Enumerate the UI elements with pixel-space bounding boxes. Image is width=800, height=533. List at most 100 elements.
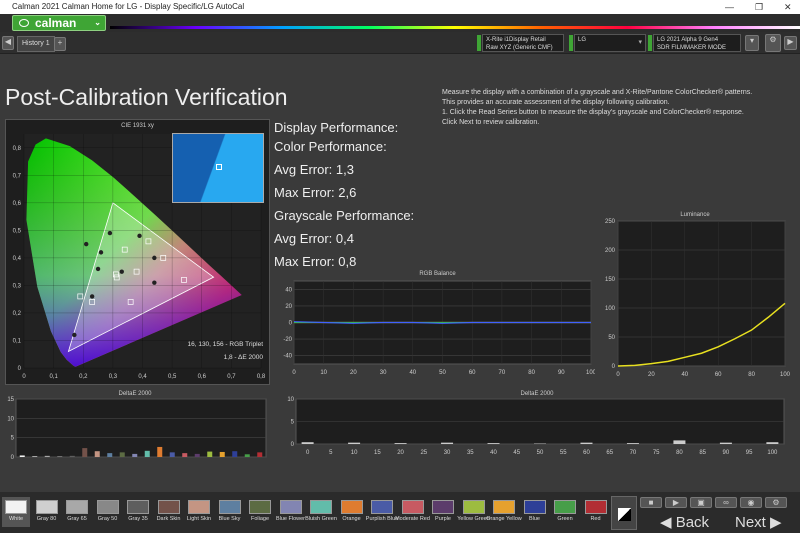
y-tick-label: 0: [11, 455, 15, 461]
chevron-down-icon: ▾: [638, 39, 642, 46]
swatch-gray-35[interactable]: Gray 35: [124, 497, 152, 527]
cie-chart-panel: CIE 1931 xy 0 0,1 0,2 0,3 0,4 0,5 0,6 0,7 0,8 0,8…: [5, 119, 270, 385]
next-button[interactable]: Next ▶: [735, 514, 782, 532]
swatch-color: [371, 500, 393, 514]
rgb-balance-chart: 40 20 0 -20 -40 0 10 20 30 40 50 60 70 80 90 100: [283, 280, 595, 376]
play-icon[interactable]: ▶: [665, 497, 687, 508]
next-arrow-icon: ▶: [765, 514, 782, 531]
display-selector[interactable]: LG 2021 Alpha 9 Gen4 SDR FILMMAKER MODE: [648, 34, 741, 52]
instruction-line: Measure the display with a combination o…: [442, 89, 753, 96]
luminance-chart: 250 200 150 100 50 00 20 40 60 80 100: [605, 219, 791, 378]
deltae-bar: [394, 443, 407, 444]
y-tick-label: -20: [283, 337, 292, 343]
pattern-toggle[interactable]: [611, 496, 637, 530]
loop-icon[interactable]: ∞: [715, 497, 737, 508]
y-tick-label: 10: [287, 397, 294, 403]
stop-icon[interactable]: ■: [640, 497, 662, 508]
x-tick-label: 60: [583, 450, 590, 456]
swatch-foliage[interactable]: Foliage: [246, 497, 274, 527]
swatch-green[interactable]: Green: [551, 497, 579, 527]
calman-logo[interactable]: calman ⌄: [12, 15, 106, 31]
x-tick-label: 40: [490, 450, 497, 456]
swatch-bluish-green[interactable]: Bluish Green: [305, 497, 337, 527]
page-title: Post-Calibration Verification: [5, 84, 288, 110]
y-tick-label: 0: [612, 364, 616, 370]
maximize-button[interactable]: ❐: [755, 0, 763, 14]
deltae-bar: [82, 448, 88, 457]
source-selector[interactable]: LG ▾: [569, 34, 646, 52]
swatch-blue-sky[interactable]: Blue Sky: [216, 497, 244, 527]
swatch-purple[interactable]: Purple: [429, 497, 457, 527]
swatch-gray-65[interactable]: Gray 65: [63, 497, 91, 527]
chevron-down-icon: ⌄: [94, 18, 101, 27]
display-status-icon: [648, 35, 652, 51]
swatch-yellow-green[interactable]: Yellow Green: [457, 497, 490, 527]
source-line1: LG: [578, 37, 587, 43]
swatch-blue-flower[interactable]: Blue Flower: [276, 497, 305, 527]
brand-bar: calman ⌄: [0, 14, 800, 32]
swatch-orange[interactable]: Orange: [338, 497, 366, 527]
x-tick-label: 5: [329, 450, 333, 456]
x-tick-label: 0: [306, 450, 310, 456]
x-tick-label: 100: [586, 370, 595, 376]
deltae-bar: [487, 443, 500, 444]
gear-icon[interactable]: ⚙: [765, 34, 781, 52]
window-titlebar: Calman 2021 Calman Home for LG - Display…: [0, 0, 800, 14]
deltae-bar: [132, 453, 138, 457]
swatch-dark-skin[interactable]: Dark Skin: [155, 497, 183, 527]
x-tick-label: 25: [420, 450, 427, 456]
deltae-bar: [169, 452, 175, 457]
measured-point: [95, 266, 101, 272]
instruction-line: Click Next to review calibration.: [442, 119, 540, 126]
measured-point: [152, 280, 157, 285]
read-series-icon[interactable]: ▣: [690, 497, 712, 508]
y-tick-label: 0: [289, 321, 293, 327]
x-tick-label: 20: [350, 370, 357, 376]
x-tick-label: 0,2: [79, 374, 88, 380]
swatch-moderate-red[interactable]: Moderate Red: [395, 497, 430, 527]
deltae-bar: [107, 453, 113, 457]
x-tick-label: 70: [499, 370, 506, 376]
x-tick-label: 0,7: [227, 374, 236, 380]
display-line1: LG 2021 Alpha 9 Gen4: [657, 37, 719, 43]
deltae-bar: [157, 446, 163, 457]
deltae-bar: [232, 451, 238, 457]
x-tick-label: 0: [22, 374, 26, 380]
swatch-light-skin[interactable]: Light Skin: [185, 497, 213, 527]
swatch-color: [127, 500, 149, 514]
display-line2: SDR FILMMAKER MODE: [657, 45, 727, 51]
x-tick-label: 80: [676, 450, 683, 456]
swatch-gray-50[interactable]: Gray 50: [94, 497, 122, 527]
rgb-balance-panel: RGB Balance 40 20 0 -20 -40 0 10 20 30 40 50 60 70 80…: [280, 271, 595, 381]
x-tick-label: 0: [616, 372, 620, 378]
next-icon[interactable]: ▶: [784, 36, 797, 50]
minimize-button[interactable]: —: [725, 0, 734, 14]
back-button[interactable]: ◀ Back: [660, 514, 709, 532]
add-tab-icon[interactable]: +: [54, 37, 66, 51]
swatch-orange-yellow[interactable]: Orange Yellow: [486, 497, 522, 527]
x-tick-label: 0,6: [198, 374, 207, 380]
swatch-blue[interactable]: Blue: [521, 497, 549, 527]
settings-icon[interactable]: ⚙: [765, 497, 787, 508]
x-tick-label: 0,3: [109, 374, 118, 380]
swatch-purplish-blue[interactable]: Purplish Blue: [366, 497, 398, 527]
tab-history[interactable]: History 1: [17, 36, 55, 52]
measured-point: [119, 269, 124, 274]
x-tick-label: 0,1: [49, 374, 58, 380]
swatch-gray-80[interactable]: Gray 80: [33, 497, 61, 527]
y-tick-label: 0,7: [13, 173, 22, 179]
instruction-line: 1. Click the Read Series button to measu…: [442, 109, 744, 116]
meter-status-icon: [477, 35, 481, 51]
close-button[interactable]: ✕: [784, 0, 792, 14]
x-tick-label: 0,8: [257, 374, 266, 380]
swatch-white[interactable]: White: [2, 497, 30, 527]
swatch-red[interactable]: Red: [582, 497, 610, 527]
meter-selector[interactable]: X-Rite i1Display Retail Raw XYZ (Generic …: [477, 34, 564, 52]
camera-icon[interactable]: ◉: [740, 497, 762, 508]
x-tick-label: 60: [715, 372, 722, 378]
y-tick-label: 5: [11, 436, 15, 442]
x-tick-label: 80: [748, 372, 755, 378]
deltae-bar: [348, 442, 361, 444]
prev-icon[interactable]: ◀: [2, 36, 14, 50]
display-settings-icon[interactable]: ▾: [745, 35, 759, 51]
